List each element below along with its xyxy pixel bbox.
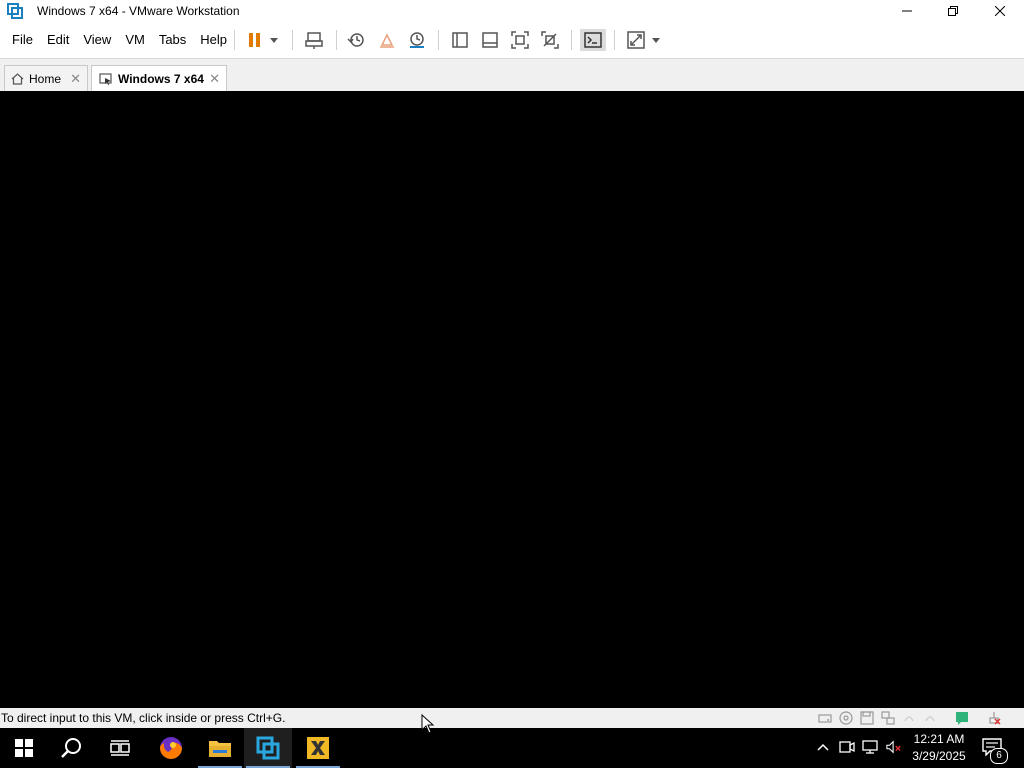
tab-home[interactable]: Home ✕ [4,65,88,91]
tab-bar: Home ✕ Windows 7 x64 ✕ [0,58,1024,92]
task-view-icon[interactable] [96,728,144,768]
full-screen-icon[interactable] [509,29,531,51]
thumbnail-bar-icon[interactable] [479,29,501,51]
revert-snapshot-icon[interactable] [376,29,398,51]
home-icon [11,72,24,85]
hard-disk-icon[interactable] [818,711,832,725]
close-icon[interactable]: ✕ [209,71,220,87]
tab-label: Home [29,71,62,86]
unity-icon[interactable] [539,29,561,51]
toolbar-separator [336,30,337,50]
dropdown-arrow-icon[interactable] [266,29,282,51]
vmware-player-icon[interactable] [294,728,342,768]
start-icon[interactable] [0,728,48,768]
notification-count-badge: 6 [990,748,1008,764]
vm-display[interactable] [0,91,1024,708]
usb-icon[interactable] [902,711,916,725]
pause-icon[interactable] [244,29,266,51]
tab-label: Windows 7 x64 [118,72,204,86]
vm-icon [99,72,113,86]
stretch-guest-icon[interactable] [625,29,647,51]
cd-dvd-icon[interactable] [839,711,853,725]
snapshot-manager-icon[interactable] [406,29,428,51]
disconnect-icon[interactable] [987,711,1001,725]
mouse-cursor-icon [421,714,435,734]
minimize-button[interactable] [884,0,930,22]
tab-windows-7-x64[interactable]: Windows 7 x64 ✕ [91,65,227,92]
firefox-icon[interactable] [147,728,195,768]
menu-edit[interactable]: Edit [40,28,76,52]
close-button[interactable] [977,0,1023,22]
snapshot-icon[interactable] [345,29,367,51]
meet-now-icon[interactable] [839,739,855,755]
menu-view[interactable]: View [76,28,118,52]
toolbar-separator [234,30,235,50]
toolbar-separator [614,30,615,50]
window-title: Windows 7 x64 - VMware Workstation [37,4,240,18]
menu-file[interactable]: File [5,28,40,52]
menu-help[interactable]: Help [193,28,234,52]
sound-card-icon[interactable] [923,711,937,725]
clock-time: 12:21 AM [913,732,965,746]
close-icon[interactable]: ✕ [70,71,81,87]
toolbar-separator [438,30,439,50]
clock-date: 3/29/2025 [912,749,966,763]
title-bar: Windows 7 x64 - VMware Workstation [0,0,1024,22]
menu-tabs[interactable]: Tabs [152,28,193,52]
toolbar-separator [571,30,572,50]
status-message: To direct input to this VM, click inside… [1,711,286,725]
network-icon[interactable] [862,739,878,755]
dropdown-arrow-icon[interactable] [648,29,664,51]
console-view-icon[interactable] [580,29,606,51]
chevron-up-icon[interactable] [815,739,831,755]
menu-vm[interactable]: VM [118,28,152,52]
restore-button[interactable] [930,0,976,22]
network-adapter-icon[interactable] [881,711,895,725]
system-clock[interactable]: 12:21 AM 3/29/2025 [900,731,978,765]
toolbar-separator [292,30,293,50]
vmware-app-icon[interactable] [7,3,23,19]
vmware-workstation-icon[interactable] [244,728,292,768]
show-library-icon[interactable] [449,29,471,51]
file-explorer-icon[interactable] [196,728,244,768]
search-icon[interactable] [48,728,96,768]
send-ctrl-alt-del-icon[interactable] [303,29,325,51]
floppy-icon[interactable] [860,711,874,725]
message-icon[interactable] [955,711,969,725]
